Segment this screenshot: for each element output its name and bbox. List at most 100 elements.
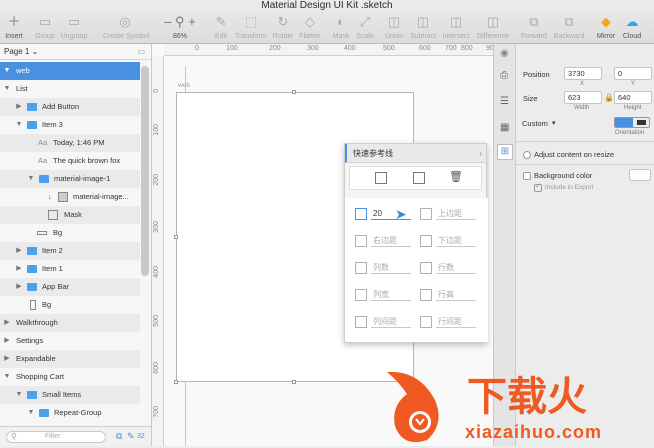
resize-handle[interactable] [174,235,178,239]
column-gutter-input[interactable]: 列间距 [371,316,411,328]
chevron-right-icon: ▶ [16,265,22,272]
layer-bg-2[interactable]: Bg [0,296,140,314]
layer-artboard-walkthrough[interactable]: ▶ Walkthrough [0,314,140,332]
adjust-resize-checkbox[interactable] [523,151,531,159]
layer-group-small-items[interactable]: ▼ Small Items [0,386,140,404]
horizontal-split-icon[interactable] [375,172,387,184]
chevron-down-icon: ⌄ [31,47,39,56]
collapse-pages-icon[interactable]: ▭ [137,44,145,60]
column-width-input[interactable]: 列宽 [371,289,411,301]
checkmark-icon: ✓ [535,183,541,190]
difference-button[interactable]: ◫ Difference [471,12,515,42]
chevron-right-icon: ▶ [4,355,10,362]
edit-pen-icon[interactable]: ✎ [127,431,135,442]
intersect-button[interactable]: ◫ Intersect [436,12,476,42]
ungroup-button[interactable]: ▭ Ungroup [54,12,94,42]
layer-mask[interactable]: Mask [0,206,140,224]
row-height-icon [420,289,432,301]
guide-settings: 20 上边距 右边距 下边距 列数 行数 列宽 行高 列间距 行间距 [345,198,488,342]
sidebar-footer: ⚲ Filter ⧉ ✎ 32 [0,426,151,446]
column-gutter-icon [355,316,367,328]
right-margin-input[interactable]: 右边距 [371,235,411,247]
landscape-icon[interactable] [637,120,646,125]
layer-text-quick-brown[interactable]: Aa The quick brown fox [0,152,140,170]
orientation-toggle[interactable] [614,117,650,128]
y-position-input[interactable]: 0 [614,67,652,80]
page-selector[interactable]: Page 1 ⌄ ▭ [0,44,151,60]
background-color-checkbox[interactable] [523,172,531,180]
zoom-control[interactable]: – ⚲ +86% [160,12,200,42]
chevron-right-icon: ▶ [4,319,10,326]
export-icon[interactable]: ⎙ [500,70,508,81]
cloud-button[interactable]: ☁ Cloud [612,12,652,42]
layer-group-app-bar[interactable]: ▶ App Bar [0,278,140,296]
chevron-down-icon: ▼ [3,373,11,380]
create-symbol-button[interactable]: ◎ Create Symbol [103,12,149,42]
divider [516,141,654,142]
layer-artboard-shopping-cart[interactable]: ▼ Shopping Cart [0,368,140,386]
backward-button[interactable]: ⧉ Backward [549,12,589,42]
layer-artboard-web[interactable]: ▼ web [0,62,140,80]
chevron-down-icon: ▾ [552,120,556,127]
chevron-right-icon[interactable]: › [479,144,482,163]
difference-icon: ◫ [486,14,500,29]
bottom-margin-input[interactable]: 下边距 [436,235,476,247]
height-input[interactable]: 640 [614,91,652,104]
plugin-icon[interactable]: ◉ [500,48,509,59]
layer-group-item-3[interactable]: ▼ Item 3 [0,116,140,134]
rectangle-icon [48,210,58,220]
layer-group-add-button[interactable]: ▶ Add Button [0,98,140,116]
layer-image[interactable]: ↓ material-image... [0,188,140,206]
sidebar-scrollbar[interactable] [141,66,149,276]
watermark: 下载火 xiazaihuo.com [385,362,654,446]
chevron-right-icon: ▶ [16,103,22,110]
cursor-icon: ➤ [395,206,407,222]
layer-group-repeat-group[interactable]: ▼ Repeat-Group [0,404,140,422]
layer-group-list[interactable]: ▼ List [0,80,140,98]
top-margin-input[interactable]: 上边距 [436,208,476,220]
layer-artboard-expandable[interactable]: ▶ Expandable [0,350,140,368]
layer-bg[interactable]: Bg [0,224,140,242]
x-position-input[interactable]: 3730 [564,67,602,80]
row-height-input[interactable]: 行高 [436,289,476,301]
folder-icon [39,409,49,417]
width-input[interactable]: 623 [564,91,602,104]
components-icon[interactable]: ▦ [500,122,509,133]
lock-icon[interactable]: 🔒 [604,93,614,102]
image-icon [58,192,68,202]
text-icon: Aa [38,156,48,165]
resize-handle[interactable] [174,380,178,384]
background-color-swatch[interactable] [629,169,651,181]
folder-icon [27,121,37,129]
grid-icon [355,208,367,220]
chevron-right-icon: ▶ [4,337,10,344]
vertical-split-icon[interactable] [413,172,425,184]
columns-input[interactable]: 列数 [371,262,411,274]
resize-handle[interactable] [292,90,296,94]
row-gutter-input[interactable]: 行间距 [436,316,476,328]
filter-input[interactable]: ⚲ Filter [6,431,106,443]
rows-input[interactable]: 行数 [436,262,476,274]
chevron-down-icon: ▼ [3,67,11,74]
resize-handle[interactable] [292,380,296,384]
folder-icon [27,103,37,111]
vertical-ruler[interactable]: 0 100 200 300 400 500 600 700 [152,56,164,446]
layer-artboard-settings[interactable]: ▶ Settings [0,332,140,350]
preset-select[interactable]: Custom ▾ [522,118,562,130]
pages-icon[interactable]: ⧉ [116,431,122,442]
portrait-icon[interactable] [615,118,633,127]
layer-text-today[interactable]: Aa Today, 1:46 PM [0,134,140,152]
layer-group-material-image[interactable]: ▼ material-image-1 [0,170,140,188]
forward-button[interactable]: ⧉ Forward [514,12,554,42]
text-icon: Aa [38,138,48,147]
layer-group-item-2[interactable]: ▶ Item 2 [0,242,140,260]
horizontal-ruler[interactable]: 0 100 200 300 400 500 600 700 800 900 [164,44,493,56]
search-icon: ⚲ [11,432,17,441]
divider [516,164,654,165]
toolbar: Material Design UI Kit .sketch ＋ Insert ▭… [0,0,654,44]
layer-group-item-1[interactable]: ▶ Item 1 [0,260,140,278]
layers-list-icon[interactable]: ☰ [500,96,509,107]
columns-icon [355,262,367,274]
guides-tab-icon[interactable]: ⊞ [497,144,513,160]
trash-icon[interactable]: 🗑 [449,170,463,183]
